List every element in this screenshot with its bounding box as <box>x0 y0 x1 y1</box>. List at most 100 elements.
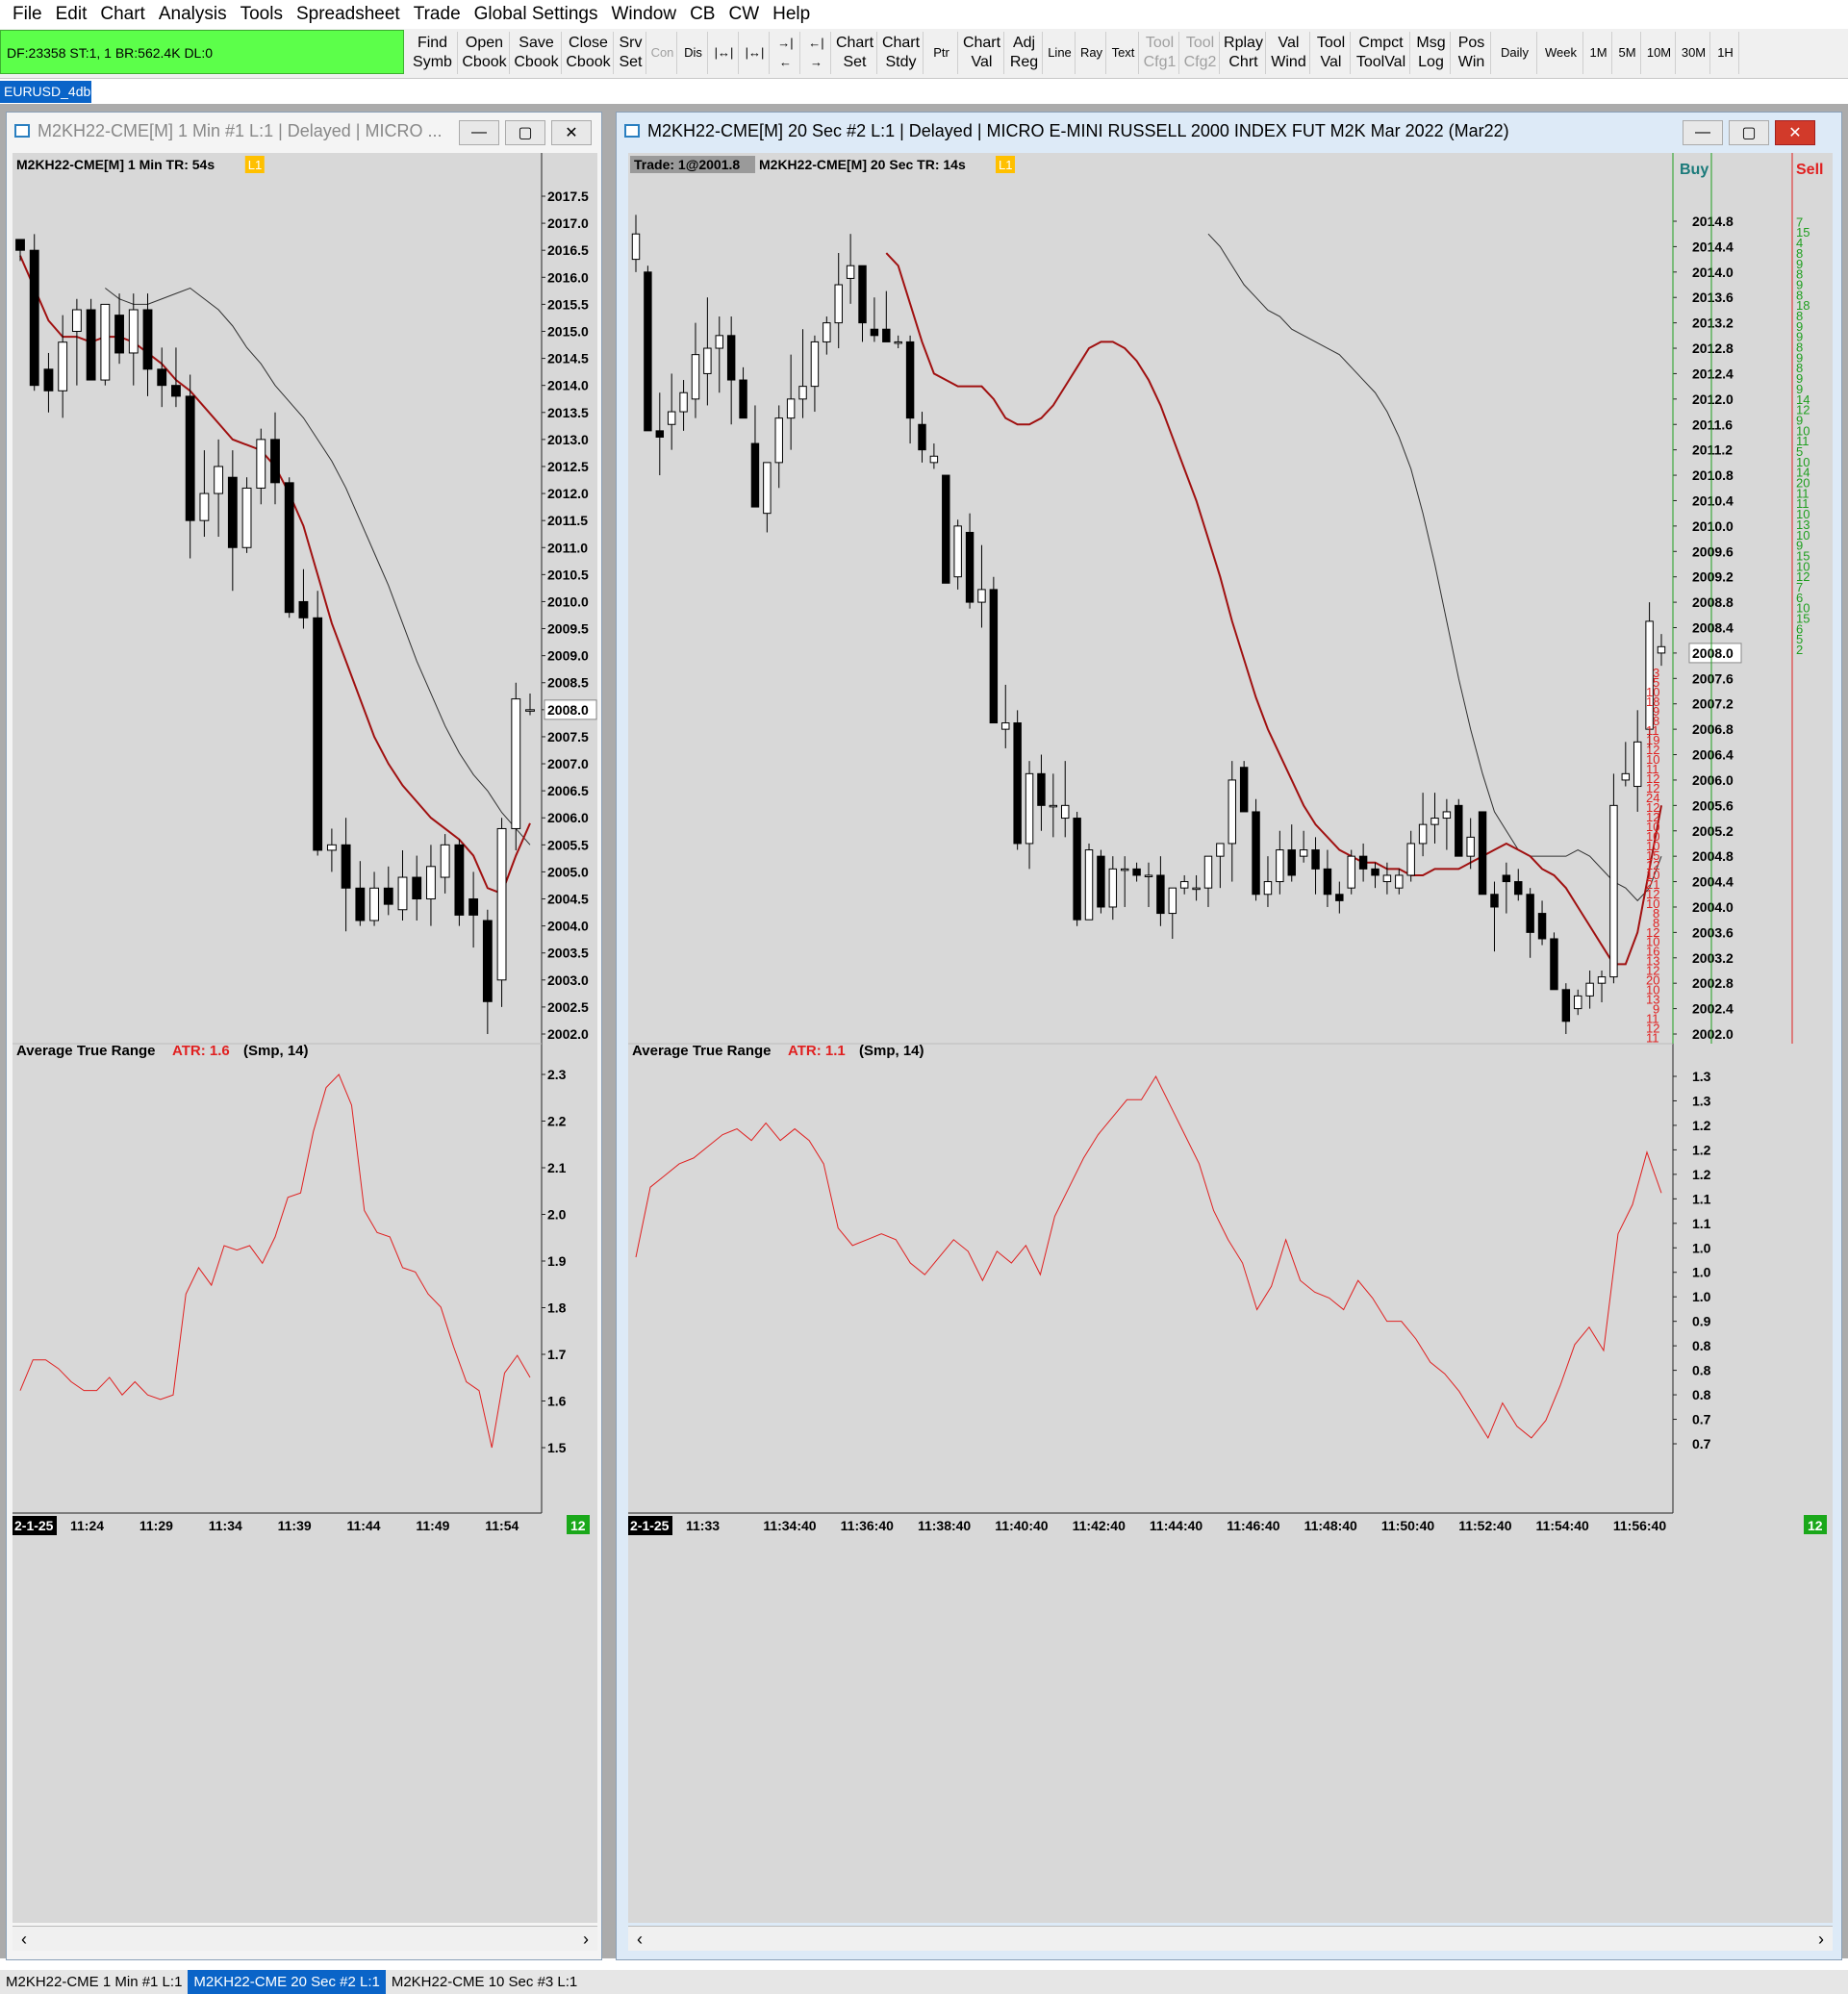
candle-body <box>1156 874 1165 915</box>
candle-body <box>882 328 891 342</box>
price-axis-label: 2009.6 <box>1692 543 1734 559</box>
minimize-icon[interactable]: — <box>1683 120 1723 145</box>
toolbar-button-20[interactable]: Tool Cfg2 <box>1181 32 1220 74</box>
atr-title: Average True Range <box>632 1043 772 1059</box>
menu-analysis[interactable]: Analysis <box>152 4 234 25</box>
atr-axis-label: 1.5 <box>547 1440 567 1455</box>
chart-canvas[interactable]: Trade: 1@2001.8 M2KH22-CME[M] 20 Sec TR: … <box>628 153 1833 1923</box>
chart-canvas[interactable]: M2KH22-CME[M] 1 Min TR: 54s L1 2017.5 2017.… <box>13 153 597 1923</box>
chart-window-20sec[interactable]: M2KH22-CME[M] 20 Sec #2 L:1 | Delayed | … <box>616 112 1842 1960</box>
toolbar-button-29[interactable]: 1M <box>1585 32 1612 74</box>
menu-tools[interactable]: Tools <box>234 4 290 25</box>
time-label: 11:34 <box>209 1518 242 1533</box>
chart-area[interactable]: M2KH22-CME[M] 1 Min TR: 54s L1 2017.5 2017.… <box>13 153 597 1923</box>
menu-spreadsheet[interactable]: Spreadsheet <box>290 4 407 25</box>
toolbar-button-32[interactable]: 30M <box>1678 32 1710 74</box>
toolbar-button-7[interactable]: |↔| <box>710 32 739 74</box>
menu-file[interactable]: File <box>6 4 49 25</box>
candle-body <box>1252 811 1260 896</box>
menu-global-settings[interactable]: Global Settings <box>468 4 605 25</box>
toolbar-button-5[interactable]: Con <box>648 32 677 74</box>
atr-axis-label: 1.2 <box>1692 1167 1711 1182</box>
toolbar-button-8[interactable]: |↔| <box>741 32 770 74</box>
menu-cb[interactable]: CB <box>683 4 721 25</box>
taskbar-item[interactable]: M2KH22-CME 20 Sec #2 L:1 <box>188 1970 386 1994</box>
candle-body <box>326 844 337 851</box>
toolbar-button-18[interactable]: Text <box>1108 32 1139 74</box>
close-icon[interactable]: ✕ <box>551 120 592 145</box>
toolbar-button-label: Week <box>1545 45 1577 60</box>
toolbar-button-19[interactable]: Tool Cfg1 <box>1141 32 1179 74</box>
date-label: 2-1-25 <box>14 1518 54 1533</box>
scroll-right-icon[interactable]: › <box>1810 1927 1833 1952</box>
price-axis-label: 2002.0 <box>547 1026 589 1042</box>
current-price-label: 2008.0 <box>1692 645 1734 661</box>
toolbar-button-1[interactable]: Open Cbook <box>460 32 510 74</box>
toolbar-button-30[interactable]: 5M <box>1614 32 1641 74</box>
toolbar-button-31[interactable]: 10M <box>1643 32 1676 74</box>
toolbar-button-22[interactable]: Val Wind <box>1268 32 1310 74</box>
candle-body <box>1406 843 1415 876</box>
toolbar-button-2[interactable]: Save Cbook <box>512 32 562 74</box>
price-axis-label: 2010.5 <box>547 567 589 582</box>
scroll-right-icon[interactable]: › <box>574 1927 597 1952</box>
toolbar-button-33[interactable]: 1H <box>1712 32 1739 74</box>
menu-help[interactable]: Help <box>766 4 817 25</box>
candle-body <box>1013 722 1022 845</box>
taskbar-item[interactable]: M2KH22-CME 1 Min #1 L:1 <box>0 1970 188 1994</box>
price-axis-label: 2005.2 <box>1692 823 1734 839</box>
toolbar-button-13[interactable]: Ptr <box>925 32 958 74</box>
toolbar-button-11[interactable]: Chart Set <box>833 32 877 74</box>
toolbar-button-26[interactable]: Pos Win <box>1453 32 1491 74</box>
chart-area[interactable]: Trade: 1@2001.8 M2KH22-CME[M] 20 Sec TR: … <box>628 153 1833 1923</box>
menu-edit[interactable]: Edit <box>49 4 94 25</box>
price-axis-label: 2014.5 <box>547 351 589 366</box>
toolbar-button-28[interactable]: Week <box>1539 32 1583 74</box>
menu-cw[interactable]: CW <box>721 4 766 25</box>
toolbar-button-9[interactable]: →|← <box>772 32 800 74</box>
buy-column-label: Buy <box>1680 162 1709 178</box>
chart-window-1min[interactable]: M2KH22-CME[M] 1 Min #1 L:1 | Delayed | M… <box>6 112 602 1960</box>
toolbar-button-27[interactable]: Daily <box>1493 32 1537 74</box>
close-icon[interactable]: ✕ <box>1775 120 1815 145</box>
scroll-left-icon[interactable]: ‹ <box>628 1927 651 1952</box>
window-titlebar[interactable]: M2KH22-CME[M] 20 Sec #2 L:1 | Delayed | … <box>617 113 1841 149</box>
toolbar-button-24[interactable]: Cmpct ToolVal <box>1353 32 1410 74</box>
toolbar-button-0[interactable]: Find Symb <box>408 32 458 74</box>
toolbar-button-16[interactable]: Line <box>1045 32 1076 74</box>
toolbar-button-15[interactable]: Adj Reg <box>1006 32 1043 74</box>
window-titlebar[interactable]: M2KH22-CME[M] 1 Min #1 L:1 | Delayed | M… <box>7 113 601 149</box>
horizontal-scrollbar[interactable]: ‹ › <box>13 1926 597 1951</box>
status-indicator: DF:23358 ST:1, 1 BR:562.4K DL:0 <box>0 30 404 74</box>
toolbar-button-6[interactable]: Dis <box>679 32 708 74</box>
price-axis-label: 2006.4 <box>1692 747 1734 763</box>
menu-chart[interactable]: Chart <box>93 4 151 25</box>
toolbar-button-label: Daily <box>1501 45 1529 60</box>
candle-body <box>1609 804 1618 978</box>
toolbar-button-17[interactable]: Ray <box>1077 32 1106 74</box>
toolbar-button-14[interactable]: Chart Val <box>960 32 1004 74</box>
candle-body <box>1108 868 1118 908</box>
toolbar-button-23[interactable]: Tool Val <box>1312 32 1351 74</box>
toolbar-button-sublabel: Stdy <box>885 54 917 70</box>
toolbar-button-sublabel: Cfg2 <box>1183 54 1217 70</box>
toolbar-button-25[interactable]: Msg Log <box>1412 32 1451 74</box>
horizontal-scrollbar[interactable]: ‹ › <box>628 1926 1833 1951</box>
menu-window[interactable]: Window <box>605 4 684 25</box>
toolbar-button-label: Chart <box>835 35 874 51</box>
toolbar-button-10[interactable]: ←|→ <box>802 32 831 74</box>
toolbar-button-12[interactable]: Chart Stdy <box>879 32 924 74</box>
toolbar-button-3[interactable]: Close Cbook <box>564 32 614 74</box>
minimize-icon[interactable]: — <box>459 120 499 145</box>
taskbar-item[interactable]: M2KH22-CME 10 Sec #3 L:1 <box>386 1970 583 1994</box>
candle-body <box>369 887 379 921</box>
scroll-left-icon[interactable]: ‹ <box>13 1927 36 1952</box>
candle-body <box>496 827 507 981</box>
toolbar-button-4[interactable]: Srv Set <box>616 32 646 74</box>
maximize-icon[interactable]: ▢ <box>505 120 545 145</box>
price-axis-label: 2007.2 <box>1692 696 1734 712</box>
maximize-icon[interactable]: ▢ <box>1729 120 1769 145</box>
toolbar-button-21[interactable]: Rplay Chrt <box>1222 32 1266 74</box>
menu-trade[interactable]: Trade <box>407 4 468 25</box>
chart-tab[interactable]: EURUSD_4db <box>0 81 91 103</box>
